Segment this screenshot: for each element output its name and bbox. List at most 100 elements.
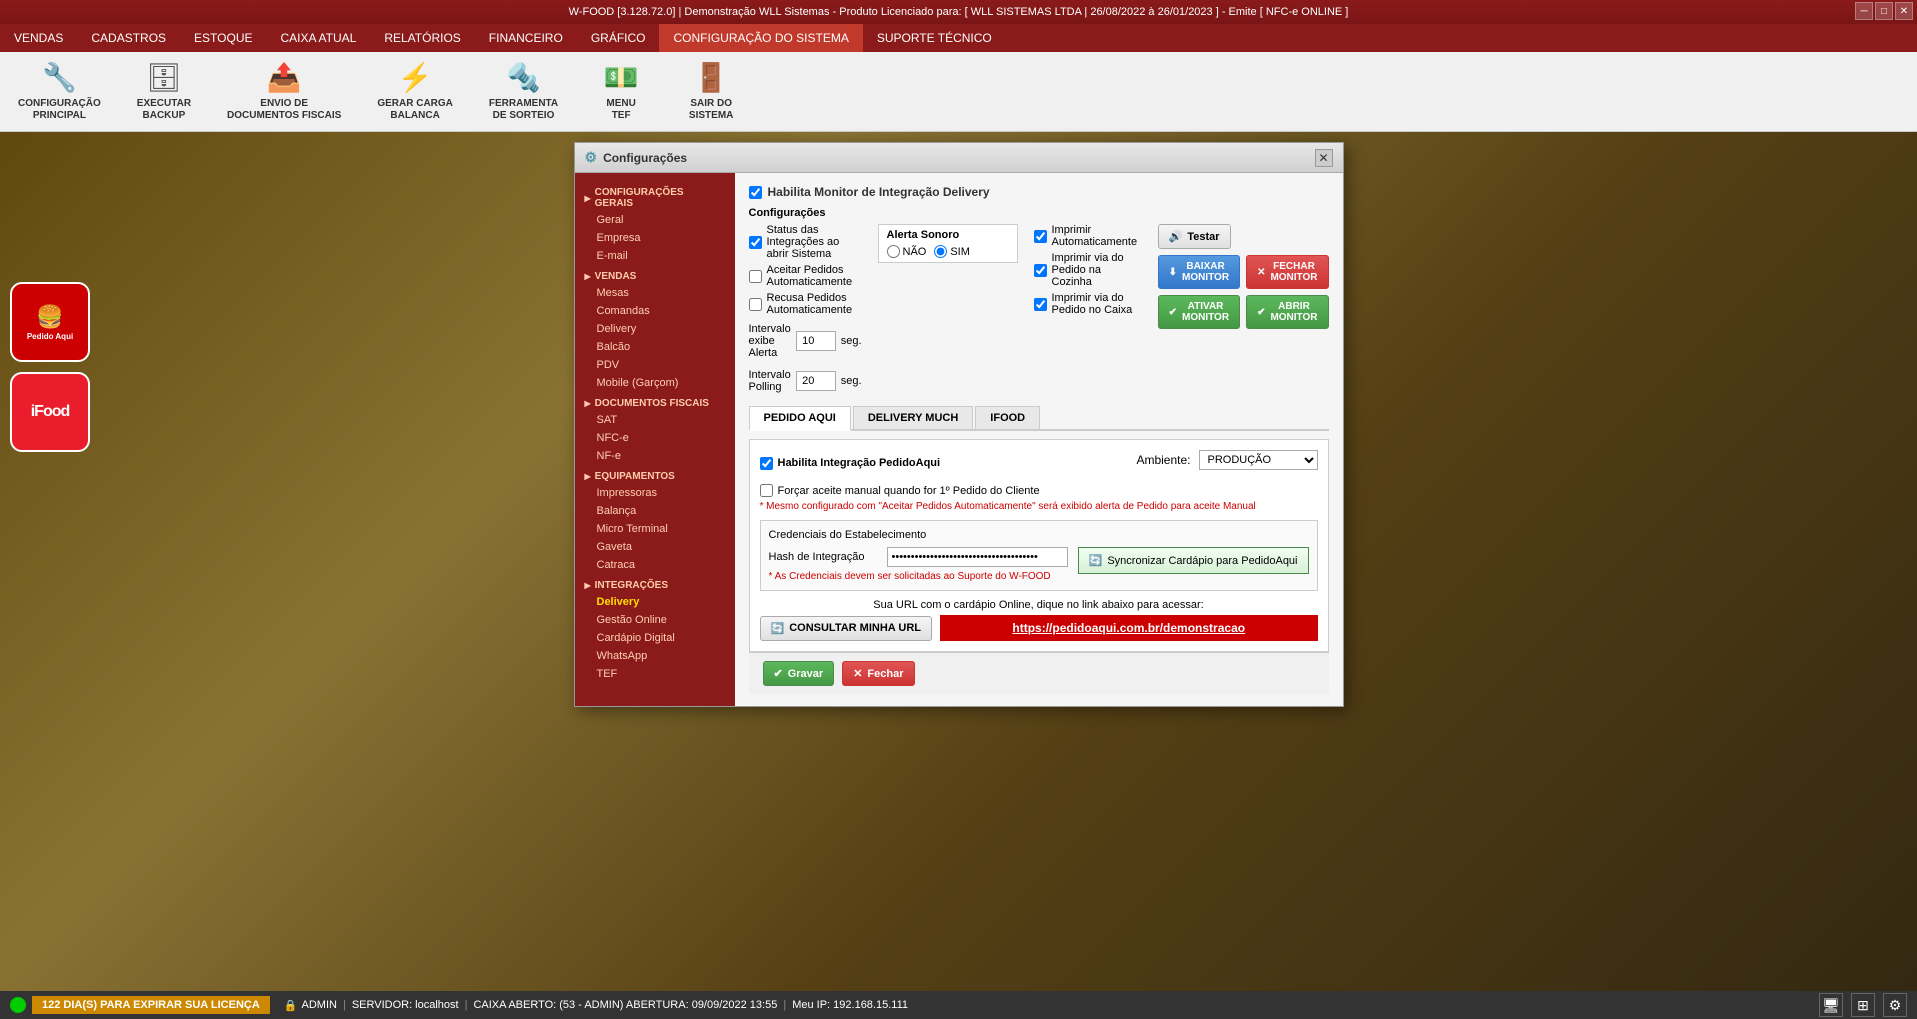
testar-button[interactable]: 🔊 Testar [1158, 224, 1231, 249]
toolbar-envio-docs[interactable]: 📤 ENVIO DEDOCUMENTOS FISCAIS [219, 57, 349, 126]
sim-radio-label[interactable]: SIM [934, 245, 970, 258]
sidebar-item-email[interactable]: E-mail [575, 247, 735, 265]
toolbar-sair[interactable]: 🚪 SAIR DOSISTEMA [676, 57, 746, 126]
toolbar-carga-balanca[interactable]: ⚡ GERAR CARGABALANCA [369, 57, 461, 126]
gear-icon: ⚙ [585, 149, 598, 166]
url-label: Sua URL com o cardápio Online, dique no … [760, 599, 1318, 611]
close-btn[interactable]: ✕ [1895, 2, 1913, 20]
forcar-aceite-checkbox[interactable] [760, 484, 773, 497]
sidebar-item-sat[interactable]: SAT [575, 411, 735, 429]
toolbar-backup[interactable]: 🗄 EXECUTARBACKUP [129, 57, 199, 126]
status-integracoes-checkbox[interactable] [749, 236, 762, 249]
intervalo-exibe-input[interactable] [796, 331, 836, 351]
abrir-monitor-button[interactable]: ✔ ABRIR MONITOR [1246, 295, 1328, 329]
forcar-aceite-row[interactable]: Forçar aceite manual quando for 1º Pedid… [760, 484, 1318, 497]
sincronizar-button[interactable]: 🔄 Syncronizar Cardápio para PedidoAqui [1078, 547, 1309, 574]
dialog-title-text: ⚙ Configurações [585, 149, 688, 166]
toolbar-configuracao[interactable]: 🔧 CONFIGURAÇÃOPRINCIPAL [10, 57, 109, 126]
sidebar-item-balanca[interactable]: Balança [575, 502, 735, 520]
menu-financeiro[interactable]: FINANCEIRO [475, 24, 577, 52]
sidebar-item-delivery[interactable]: Delivery [575, 593, 735, 611]
settings-icon-box[interactable]: ⚙ [1883, 993, 1907, 1017]
menu-relatorios[interactable]: RELATÓRIOS [370, 24, 474, 52]
nao-radio-label[interactable]: NÃO [887, 245, 927, 258]
imprimir-cozinha-checkbox[interactable] [1034, 264, 1047, 277]
url-section: Sua URL com o cardápio Online, dique no … [760, 599, 1318, 641]
dialog-close-button[interactable]: ✕ [1315, 149, 1333, 167]
aceitar-pedidos-label: Aceitar Pedidos Automaticamente [767, 264, 862, 288]
menu-cadastros[interactable]: CADASTROS [77, 24, 180, 52]
sidebar-item-mesas[interactable]: Mesas [575, 284, 735, 302]
recusar-pedidos-checkbox[interactable] [749, 298, 762, 311]
imprimir-caixa-checkbox[interactable] [1034, 298, 1047, 311]
download-icon: ⬇ [1169, 267, 1177, 278]
sidebar-item-micro-terminal[interactable]: Micro Terminal [575, 520, 735, 538]
dialog-title-label: Configurações [603, 151, 687, 165]
sidebar-item-gaveta[interactable]: Gaveta [575, 538, 735, 556]
sidebar-item-comandas[interactable]: Comandas [575, 302, 735, 320]
hash-input[interactable] [887, 547, 1068, 567]
maximize-btn[interactable]: □ [1875, 2, 1893, 20]
sidebar-item-cardapio-digital[interactable]: Cardápio Digital [575, 629, 735, 647]
ambiente-select[interactable]: PRODUÇÃO HOMOLOGAÇÃO [1199, 450, 1318, 470]
fechar-monitor-button[interactable]: ✕ FECHARMONITOR [1246, 255, 1328, 289]
qr-icon-box[interactable]: ⊞ [1851, 993, 1875, 1017]
habilita-pedidoaqui-checkbox[interactable] [760, 457, 773, 470]
menu-vendas[interactable]: VENDAS [0, 24, 77, 52]
habilita-pedidoaqui-label: Habilita Integração PedidoAqui [778, 457, 941, 469]
aceitar-pedidos-row[interactable]: Aceitar Pedidos Automaticamente [749, 264, 862, 288]
habilita-monitor-checkbox[interactable] [749, 186, 762, 199]
sidebar-item-balcao[interactable]: Balcão [575, 338, 735, 356]
sidebar-item-empresa[interactable]: Empresa [575, 229, 735, 247]
baixar-monitor-button[interactable]: ⬇ BAIXARMONITOR [1158, 255, 1240, 289]
configuracoes-label: Configurações [749, 207, 1329, 219]
tab-ifood[interactable]: IFOOD [975, 406, 1040, 429]
sidebar-item-gestao-online[interactable]: Gestão Online [575, 611, 735, 629]
sidebar-item-nfce[interactable]: NFC-e [575, 429, 735, 447]
sidebar-item-tef[interactable]: TEF [575, 665, 735, 683]
status-license: 122 DIA(S) PARA EXPIRAR SUA LICENÇA [32, 996, 270, 1014]
habilita-pedidoaqui-row[interactable]: Habilita Integração PedidoAqui [760, 457, 941, 470]
url-link[interactable]: https://pedidoaqui.com.br/demonstracao [940, 615, 1318, 641]
imprimir-auto-checkbox[interactable] [1034, 230, 1047, 243]
tab-delivery-much[interactable]: DELIVERY MUCH [853, 406, 973, 429]
aceitar-pedidos-checkbox[interactable] [749, 270, 762, 283]
tab-pedidoaqui[interactable]: PEDIDO AQUI [749, 406, 851, 431]
nao-radio[interactable] [887, 245, 900, 258]
status-icons: 🖥 ⊞ ⚙ [1819, 993, 1907, 1017]
sim-radio[interactable] [934, 245, 947, 258]
sidebar-item-catraca[interactable]: Catraca [575, 556, 735, 574]
menu-estoque[interactable]: ESTOQUE [180, 24, 266, 52]
ativar-monitor-button[interactable]: ✔ ATIVARMONITOR [1158, 295, 1240, 329]
status-integracoes-row[interactable]: Status das Integrações ao abrir Sistema [749, 224, 862, 260]
seg-label1: seg. [841, 335, 862, 347]
menu-configuracao[interactable]: CONFIGURAÇÃO DO SISTEMA [659, 24, 862, 52]
imprimir-cozinha-row[interactable]: Imprimir via do Pedido na Cozinha [1034, 252, 1142, 288]
fechar-dialog-button[interactable]: ✕ Fechar [842, 661, 914, 686]
sidebar-item-nfe[interactable]: NF-e [575, 447, 735, 465]
menu-grafico[interactable]: GRÁFICO [577, 24, 660, 52]
gravar-button[interactable]: ✔ Gravar [763, 661, 835, 686]
imprimir-caixa-row[interactable]: Imprimir via do Pedido no Caixa [1034, 292, 1142, 316]
menu-suporte[interactable]: SUPORTE TÉCNICO [863, 24, 1006, 52]
monitor-icon-box[interactable]: 🖥 [1819, 993, 1843, 1017]
sidebar-item-pdv[interactable]: PDV [575, 356, 735, 374]
sidebar-item-mobile[interactable]: Mobile (Garçom) [575, 374, 735, 392]
intervalo-polling-input[interactable] [796, 371, 836, 391]
imprimir-auto-row[interactable]: Imprimir Automaticamente [1034, 224, 1142, 248]
recusar-pedidos-row[interactable]: Recusa Pedidos Automaticamente [749, 292, 862, 316]
sidebar-item-impressoras[interactable]: Impressoras [575, 484, 735, 502]
send-icon: 📤 [267, 61, 302, 94]
toolbar-menu-tef[interactable]: 💵 MENUTEF [586, 57, 656, 126]
exit-icon: 🚪 [694, 61, 729, 94]
consultar-url-button[interactable]: 🔄 CONSULTAR MINHA URL [760, 616, 932, 641]
sidebar-section-integracoes: INTEGRAÇÕES [575, 574, 735, 593]
toolbar-sorteio[interactable]: 🔩 FERRAMENTADE SORTEIO [481, 57, 566, 126]
sidebar-item-geral[interactable]: Geral [575, 211, 735, 229]
check-gravar-icon: ✔ [774, 667, 783, 680]
sidebar-item-delivery-vendas[interactable]: Delivery [575, 320, 735, 338]
menu-caixa[interactable]: CAIXA ATUAL [267, 24, 371, 52]
minimize-btn[interactable]: ─ [1855, 2, 1873, 20]
main-delivery-section: Habilita Monitor de Integração Delivery [749, 185, 1329, 199]
sidebar-item-whatsapp[interactable]: WhatsApp [575, 647, 735, 665]
